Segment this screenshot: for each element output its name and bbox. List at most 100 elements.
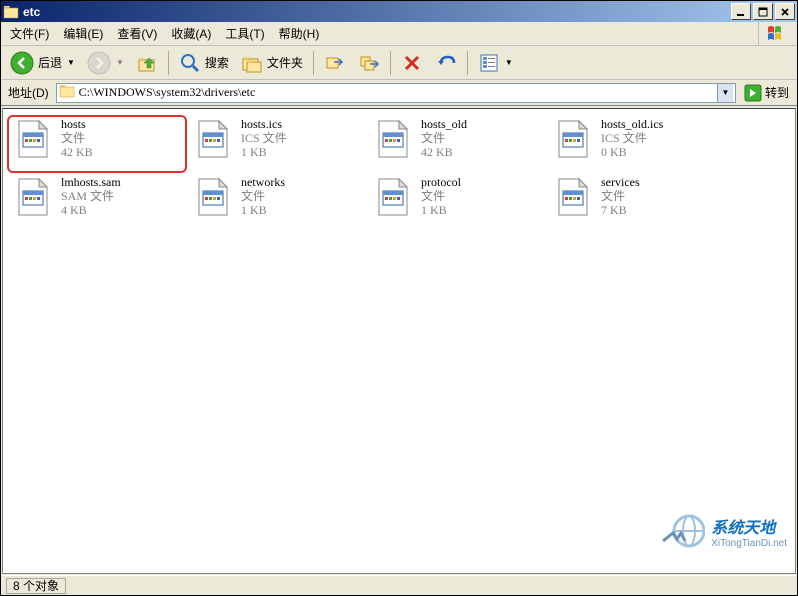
- file-size: 0 KB: [601, 145, 663, 159]
- up-button[interactable]: [131, 49, 163, 77]
- forward-button[interactable]: ▼: [82, 49, 129, 77]
- file-name: hosts_old: [421, 117, 467, 131]
- folder-icon: [59, 84, 75, 101]
- file-type: 文件: [241, 189, 285, 203]
- go-button[interactable]: 转到: [740, 83, 793, 103]
- file-name: hosts: [61, 117, 93, 131]
- search-button[interactable]: 搜索: [174, 49, 234, 77]
- file-info: hosts.ics ICS 文件 1 KB: [241, 117, 287, 159]
- file-name: lmhosts.sam: [61, 175, 121, 189]
- menu-view[interactable]: 查看(V): [110, 23, 164, 44]
- back-button[interactable]: 后退 ▼: [5, 49, 80, 77]
- file-size: 1 KB: [241, 145, 287, 159]
- file-icon: [369, 175, 417, 219]
- maximize-button[interactable]: [753, 3, 773, 20]
- file-icon: [189, 117, 237, 161]
- windows-logo-icon: [758, 22, 794, 46]
- chevron-down-icon[interactable]: ▼: [717, 84, 733, 102]
- menu-edit[interactable]: 编辑(E): [56, 23, 110, 44]
- file-type: 文件: [61, 131, 93, 145]
- file-info: hosts_old 文件 42 KB: [421, 117, 467, 159]
- file-name: services: [601, 175, 640, 189]
- watermark-icon: [661, 513, 705, 549]
- file-item[interactable]: networks 文件 1 KB: [187, 173, 367, 231]
- watermark: 系统天地 XiTongTianDi.net: [661, 513, 787, 549]
- watermark-url: XiTongTianDi.net: [711, 538, 787, 549]
- file-info: hosts 文件 42 KB: [61, 117, 93, 159]
- file-size: 1 KB: [241, 203, 285, 217]
- file-name: hosts.ics: [241, 117, 287, 131]
- file-size: 42 KB: [421, 145, 467, 159]
- chevron-down-icon: ▼: [67, 58, 75, 67]
- file-name: hosts_old.ics: [601, 117, 663, 131]
- move-to-button[interactable]: [319, 49, 351, 77]
- status-objects: 8 个对象: [6, 578, 66, 594]
- file-type: 文件: [421, 131, 467, 145]
- menu-favorites[interactable]: 收藏(A): [164, 23, 218, 44]
- file-size: 1 KB: [421, 203, 461, 217]
- chevron-down-icon: ▼: [505, 58, 513, 67]
- file-type: 文件: [421, 189, 461, 203]
- address-combo[interactable]: C:\WINDOWS\system32\drivers\etc ▼: [56, 83, 736, 103]
- file-info: protocol 文件 1 KB: [421, 175, 461, 217]
- file-icon: [549, 175, 597, 219]
- file-size: 7 KB: [601, 203, 640, 217]
- delete-button[interactable]: [396, 49, 428, 77]
- file-info: networks 文件 1 KB: [241, 175, 285, 217]
- toolbar: 后退 ▼ ▼ 搜索 文件夹: [1, 46, 797, 80]
- addressbar: 地址(D) C:\WINDOWS\system32\drivers\etc ▼ …: [1, 80, 797, 106]
- separator: [168, 51, 169, 75]
- file-info: services 文件 7 KB: [601, 175, 640, 217]
- file-icon: [9, 117, 57, 161]
- file-info: hosts_old.ics ICS 文件 0 KB: [601, 117, 663, 159]
- views-button[interactable]: ▼: [473, 49, 518, 77]
- file-item[interactable]: hosts_old 文件 42 KB: [367, 115, 547, 173]
- menu-file[interactable]: 文件(F): [3, 23, 56, 44]
- separator: [313, 51, 314, 75]
- close-button[interactable]: [775, 3, 795, 20]
- file-icon: [189, 175, 237, 219]
- file-type: ICS 文件: [241, 131, 287, 145]
- file-name: protocol: [421, 175, 461, 189]
- minimize-button[interactable]: [731, 3, 751, 20]
- file-item[interactable]: hosts.ics ICS 文件 1 KB: [187, 115, 367, 173]
- watermark-cn: 系统天地: [711, 514, 787, 538]
- search-label: 搜索: [205, 54, 229, 71]
- titlebar[interactable]: etc: [1, 1, 797, 22]
- separator: [467, 51, 468, 75]
- file-name: networks: [241, 175, 285, 189]
- folders-button[interactable]: 文件夹: [236, 49, 308, 77]
- window-title: etc: [23, 5, 731, 19]
- copy-to-button[interactable]: [353, 49, 385, 77]
- address-label: 地址(D): [5, 84, 52, 101]
- menu-help[interactable]: 帮助(H): [272, 23, 327, 44]
- file-item[interactable]: services 文件 7 KB: [547, 173, 727, 231]
- chevron-down-icon: ▼: [116, 58, 124, 67]
- file-icon: [369, 117, 417, 161]
- menu-tools[interactable]: 工具(T): [218, 23, 271, 44]
- file-type: SAM 文件: [61, 189, 121, 203]
- folders-label: 文件夹: [267, 54, 303, 71]
- file-item[interactable]: hosts_old.ics ICS 文件 0 KB: [547, 115, 727, 173]
- file-item[interactable]: protocol 文件 1 KB: [367, 173, 547, 231]
- file-item[interactable]: lmhosts.sam SAM 文件 4 KB: [7, 173, 187, 231]
- file-item[interactable]: hosts 文件 42 KB: [7, 115, 187, 173]
- go-label: 转到: [765, 84, 789, 101]
- address-path: C:\WINDOWS\system32\drivers\etc: [79, 85, 713, 100]
- file-type: ICS 文件: [601, 131, 663, 145]
- explorer-window: etc 文件(F) 编辑(E) 查看(V) 收藏(A) 工具(T) 帮助(H) …: [0, 0, 798, 596]
- separator: [390, 51, 391, 75]
- file-size: 4 KB: [61, 203, 121, 217]
- window-controls: [731, 3, 795, 20]
- file-info: lmhosts.sam SAM 文件 4 KB: [61, 175, 121, 217]
- statusbar: 8 个对象: [2, 575, 796, 595]
- file-type: 文件: [601, 189, 640, 203]
- undo-button[interactable]: [430, 49, 462, 77]
- folder-icon: [3, 4, 19, 20]
- file-area[interactable]: hosts 文件 42 KB hosts.ics ICS 文件 1 KB hos…: [2, 108, 796, 574]
- menubar: 文件(F) 编辑(E) 查看(V) 收藏(A) 工具(T) 帮助(H): [1, 22, 797, 46]
- file-icon: [549, 117, 597, 161]
- file-icon: [9, 175, 57, 219]
- file-size: 42 KB: [61, 145, 93, 159]
- back-label: 后退: [38, 54, 62, 71]
